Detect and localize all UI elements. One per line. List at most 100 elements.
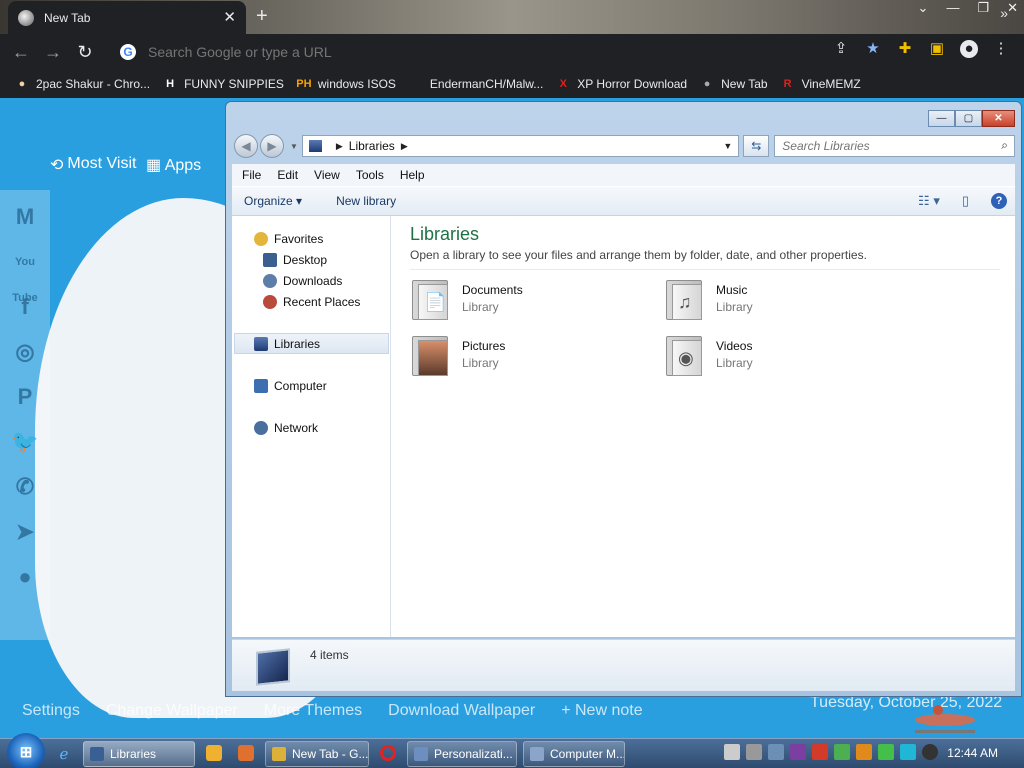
new-tab-button[interactable]: + <box>256 5 268 27</box>
taskbar-button-1[interactable]: Libraries <box>83 740 195 767</box>
address-dropdown-icon[interactable]: ▼ <box>723 141 732 151</box>
breadcrumb-arrow-icon[interactable]: ▶ <box>401 141 408 152</box>
refresh-button[interactable]: ⇆ <box>743 135 770 157</box>
close-button[interactable]: ✕ <box>982 110 1015 127</box>
bookmark-item[interactable]: H FUNNY SNIPPIES <box>162 76 284 92</box>
whatsapp-icon[interactable]: ✆ <box>7 469 43 505</box>
nav-recent-places[interactable]: Recent Places <box>232 291 390 312</box>
tab-new-tab[interactable]: New Tab ✕ <box>8 1 246 34</box>
profile-icon[interactable]: ● <box>960 40 978 58</box>
apps-grid-icon: ▦ <box>146 157 162 174</box>
clock[interactable]: 12:44 AM <box>947 746 998 760</box>
bookmark-star-icon[interactable]: ★ <box>864 40 882 58</box>
newtab-link-gear[interactable]: Settings <box>22 702 80 720</box>
start-button[interactable]: ⊞ <box>7 732 45 768</box>
side-panel-icon[interactable]: ▣ <box>928 40 946 58</box>
extensions-icon[interactable]: ✚ <box>896 40 914 58</box>
tray-app-icon[interactable] <box>900 744 916 760</box>
forward-button[interactable]: ▶ <box>259 134 284 158</box>
youtube-icon[interactable]: You Tube <box>7 244 43 304</box>
reload-icon[interactable]: ↻ <box>74 42 96 63</box>
minimize-icon[interactable]: — <box>946 0 959 16</box>
nav-computer[interactable]: Computer <box>232 375 390 396</box>
forward-icon[interactable]: → <box>42 42 64 63</box>
internet-explorer-icon[interactable]: ℯ <box>51 742 77 766</box>
breadcrumb-arrow-icon[interactable]: ▶ <box>336 141 343 152</box>
nav-network[interactable]: Network <box>232 417 390 438</box>
search-tray-icon[interactable] <box>856 744 872 760</box>
close-icon[interactable]: ✕ <box>1007 0 1018 16</box>
apps-link[interactable]: ▦ Apps <box>146 155 201 175</box>
reddit-icon[interactable]: ● <box>7 559 43 595</box>
tab-close-icon[interactable]: ✕ <box>223 10 236 25</box>
menu-edit[interactable]: Edit <box>277 168 298 182</box>
opera-icon[interactable] <box>375 741 401 765</box>
search-icon[interactable]: ⌕ <box>1001 138 1008 153</box>
back-icon[interactable]: ← <box>10 42 32 63</box>
tray-app-icon[interactable] <box>812 744 828 760</box>
taskbar-button-3[interactable]: Personalizati... <box>407 740 517 767</box>
tray-app-icon[interactable] <box>768 744 784 760</box>
gmail-icon[interactable]: M <box>7 199 43 235</box>
tray-app-icon[interactable] <box>834 744 850 760</box>
tray-app-icon[interactable] <box>724 744 740 760</box>
omnibox[interactable]: G <box>110 38 890 66</box>
bookmark-item[interactable]: PH windows ISOS <box>296 76 396 92</box>
media-player-icon[interactable] <box>201 741 227 765</box>
menu-file[interactable]: File <box>242 168 261 182</box>
bookmark-item[interactable]: R VineMEMZ <box>780 76 861 92</box>
nav-desktop[interactable]: Desktop <box>232 249 390 270</box>
onenote-icon[interactable] <box>790 744 806 760</box>
taskbar-button-4[interactable]: Computer M... <box>523 740 625 767</box>
organize-button[interactable]: Organize ▾ <box>244 194 302 208</box>
tray-app-icon[interactable] <box>922 744 938 760</box>
nav-libraries[interactable]: Libraries <box>234 333 389 354</box>
search-input[interactable] <box>782 139 983 153</box>
newtab-link-themes[interactable]: More Themes <box>264 702 362 720</box>
library-pictures[interactable]: Pictures Library <box>410 334 650 384</box>
pinterest-icon[interactable]: P <box>7 379 43 415</box>
tab-favicon-icon <box>18 9 34 26</box>
nav-downloads[interactable]: Downloads <box>232 270 390 291</box>
telegram-icon[interactable]: ➤ <box>7 514 43 550</box>
bookmarks-more-icon[interactable]: » <box>1000 5 1008 21</box>
newtab-link-download[interactable]: Download Wallpaper <box>388 702 535 720</box>
address-bar[interactable]: ▶ Libraries ▶ ▼ <box>301 135 740 157</box>
menu-tools[interactable]: Tools <box>356 168 384 182</box>
bookmark-item[interactable]: ● 2pac Shakur - Chro... <box>14 76 150 92</box>
newtab-link-image[interactable]: Change Wallpaper <box>106 702 238 720</box>
minimize-button[interactable]: — <box>928 110 955 127</box>
menu-help[interactable]: Help <box>400 168 425 182</box>
change-view-icon[interactable]: ☷ ▾ <box>918 193 940 209</box>
bookmark-item[interactable]: YP EndermanCH/Malw... <box>408 76 544 92</box>
twitter-icon[interactable]: 🐦 <box>7 424 43 460</box>
restore-icon[interactable]: ❐ <box>977 0 989 16</box>
instagram-icon[interactable]: ◎ <box>7 334 43 370</box>
library-videos[interactable]: ◉ Videos Library <box>664 334 904 384</box>
new-library-button[interactable]: New library <box>336 194 396 208</box>
share-icon[interactable]: ⇪ <box>832 40 850 58</box>
library-documents[interactable]: 📄 Documents Library <box>410 278 650 328</box>
tray-app-icon[interactable] <box>746 744 762 760</box>
facebook-icon[interactable]: f <box>7 289 43 325</box>
preview-pane-icon[interactable]: ▯ <box>962 193 969 209</box>
paint-icon[interactable] <box>233 741 259 765</box>
maximize-button[interactable]: ▢ <box>955 110 982 127</box>
bookmark-item[interactable]: ● New Tab <box>699 76 768 92</box>
help-icon[interactable]: ? <box>991 193 1007 209</box>
tray-app-icon[interactable] <box>878 744 894 760</box>
breadcrumb-libraries[interactable]: Libraries <box>349 139 395 153</box>
omnibox-input[interactable] <box>148 44 748 60</box>
menu-view[interactable]: View <box>314 168 340 182</box>
newtab-link-note[interactable]: + New note <box>561 702 642 720</box>
library-music[interactable]: ♫ Music Library <box>664 278 904 328</box>
search-box[interactable]: ⌕ <box>774 135 1015 157</box>
nav-favorites[interactable]: Favorites <box>232 228 390 249</box>
recent-pages-dropdown-icon[interactable]: ▼ <box>290 142 298 151</box>
taskbar-button-2[interactable]: New Tab - G... <box>265 740 369 767</box>
back-button[interactable]: ◀ <box>234 134 258 158</box>
menu-icon[interactable]: ⋮ <box>992 40 1010 58</box>
chevron-down-icon[interactable]: ⌄ <box>918 0 929 16</box>
most-visited-link[interactable]: ⟲ Most Visit <box>50 155 136 175</box>
bookmark-item[interactable]: X XP Horror Download <box>555 76 688 92</box>
